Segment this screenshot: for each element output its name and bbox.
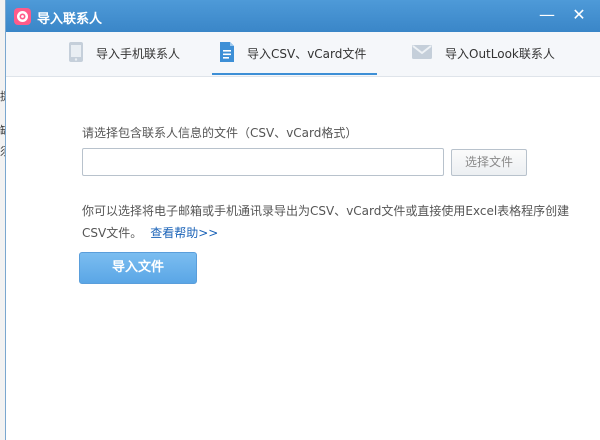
- tab-import-phone-contacts[interactable]: 导入手机联系人: [68, 32, 180, 75]
- close-button[interactable]: ✕: [567, 4, 591, 26]
- tab-import-outlook-contacts[interactable]: 导入OutLook联系人: [411, 32, 555, 75]
- file-path-input[interactable]: [82, 148, 444, 176]
- window-title: 导入联系人: [37, 12, 103, 27]
- tab-label: 导入手机联系人: [96, 47, 181, 61]
- minimize-button[interactable]: —: [535, 4, 559, 26]
- import-file-button[interactable]: 导入文件: [79, 252, 197, 284]
- help-link[interactable]: 查看帮助>>: [150, 226, 218, 240]
- choose-file-button[interactable]: 选择文件: [451, 149, 527, 176]
- mail-icon: [411, 43, 433, 64]
- active-tab-indicator: [212, 73, 377, 75]
- tab-label: 导入OutLook联系人: [445, 47, 555, 61]
- instructions-text: 你可以选择将电子邮箱或手机通讯录导出为CSV、vCard文件或直接使用Excel…: [82, 200, 572, 244]
- import-contacts-dialog: 导入联系人 — ✕ 导入手机联系人 导入CSV、vCard文件 导入OutLoo…: [5, 0, 600, 440]
- tab-label: 导入CSV、vCard文件: [247, 47, 367, 61]
- file-icon: [219, 41, 235, 66]
- app-logo-icon: [14, 8, 31, 25]
- tab-bar: 导入手机联系人 导入CSV、vCard文件 导入OutLook联系人: [6, 32, 600, 77]
- phone-icon: [68, 41, 84, 66]
- file-prompt-label: 请选择包含联系人信息的文件（CSV、vCard格式）: [82, 126, 358, 140]
- tab-import-csv-vcard[interactable]: 导入CSV、vCard文件: [219, 32, 366, 75]
- title-bar[interactable]: 导入联系人 — ✕: [6, 0, 600, 32]
